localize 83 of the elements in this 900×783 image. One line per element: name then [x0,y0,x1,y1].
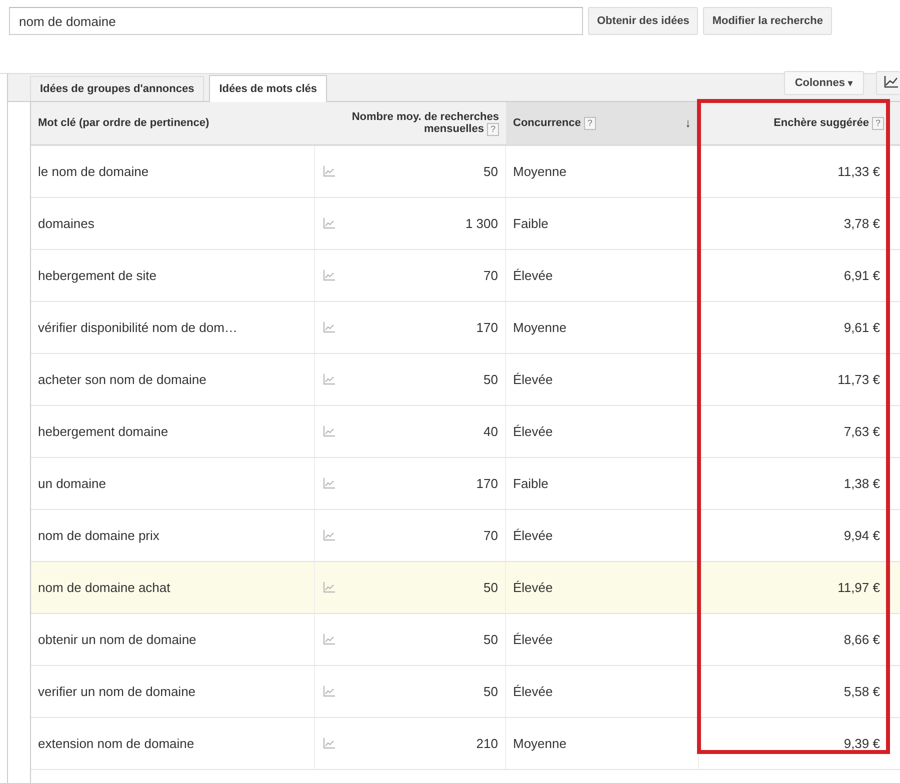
competition-cell-text: Élevée [512,527,554,545]
keyword-cell: vérifier disponibilité nom de dom… [31,302,315,353]
trend-icon[interactable] [323,166,335,177]
competition-cell-text: Moyenne [512,319,568,337]
table-row[interactable]: le nom de domaine 50 Moyenne 11,33 € [31,146,900,198]
table-row[interactable]: domaines 1 300 Faible 3,78 € [31,198,900,250]
searches-cell: 1 300 [465,216,498,231]
keyword-cell: verifier un nom de domaine [31,666,315,717]
searches-cell: 50 [484,632,498,647]
trend-icon[interactable] [323,478,335,489]
searches-cell: 170 [476,320,498,335]
bid-cell: 8,66 € [698,614,898,665]
keyword-cell: extension nom de domaine [31,718,315,769]
competition-cell-text: Moyenne [512,735,568,753]
trend-icon[interactable] [323,322,335,333]
action-button[interactable]: Obtenir des idées [588,7,698,35]
columns-button[interactable]: Colonnes ▾ [784,71,864,95]
table-row[interactable]: un domaine 170 Faible 1,38 € [31,458,900,510]
bid-cell: 6,91 € [698,250,898,301]
table-row[interactable]: acheter son nom de domaine 50 Élevée 11,73 € [31,354,900,406]
bid-cell: 9,61 € [698,302,898,353]
table-row[interactable]: vérifier disponibilité nom de dom… 170 Moyenne 9,61 € [31,302,900,354]
table-row[interactable]: extension nom de domaine 210 Moyenne 9,39 € [31,718,900,770]
bid-cell: 3,78 € [698,198,898,249]
bid-cell: 5,58 € [698,666,898,717]
searches-cell: 70 [484,268,498,283]
trend-icon[interactable] [323,374,335,385]
competition-cell-text: Élevée [512,267,554,285]
competition-cell-text: Moyenne [512,163,568,181]
tab[interactable]: Idées de mots clés [209,75,328,102]
keyword-cell: obtenir un nom de domaine [31,614,315,665]
chart-toggle-button[interactable] [876,71,900,95]
trend-icon[interactable] [323,270,335,281]
table-row[interactable]: verifier un nom de domaine 50 Élevée 5,58 € [31,666,900,718]
trend-icon[interactable] [323,218,335,229]
searches-cell: 210 [476,736,498,751]
table-row[interactable]: nom de domaine achat 50 Élevée 11,97 € [31,562,900,614]
searches-cell: 50 [484,580,498,595]
trend-icon [884,76,898,88]
keyword-cell: le nom de domaine [31,146,315,197]
competition-cell-text: Élevée [512,683,554,701]
bid-cell: 1,38 € [698,458,898,509]
trend-icon[interactable] [323,530,335,541]
competition-cell-text: Faible [512,215,550,233]
table-row[interactable]: hebergement domaine 40 Élevée 7,63 € [31,406,900,458]
competition-cell-text: Élevée [512,371,554,389]
keyword-cell: nom de domaine achat [31,562,315,613]
competition-cell-text: Élevée [512,579,554,597]
search-field[interactable]: nom de domaine [9,7,583,35]
competition-cell-text: Faible [512,475,550,493]
column-header[interactable]: Enchère suggérée ? [698,102,898,144]
bid-cell: 7,63 € [698,406,898,457]
trend-icon[interactable] [323,686,335,697]
searches-cell: 40 [484,424,498,439]
competition-cell-text: Élevée [512,631,554,649]
column-header[interactable]: Concurrence ? ↓ [506,102,698,144]
bid-cell: 9,39 € [698,718,898,769]
searches-cell: 170 [476,476,498,491]
keyword-cell: acheter son nom de domaine [31,354,315,405]
bid-cell: 11,97 € [698,562,898,613]
bid-cell: 11,73 € [698,354,898,405]
table-row[interactable]: hebergement de site 70 Élevée 6,91 € [31,250,900,302]
searches-cell: 50 [484,164,498,179]
action-button[interactable]: Modifier la recherche [703,7,832,35]
searches-cell: 50 [484,372,498,387]
column-header[interactable]: Nombre moy. de recherches mensuelles ? [315,102,506,144]
keyword-cell: nom de domaine prix [31,510,315,561]
column-header[interactable]: Mot clé (par ordre de pertinence) [31,102,315,144]
keyword-cell: hebergement domaine [31,406,315,457]
bid-cell: 9,94 € [698,510,898,561]
trend-icon[interactable] [323,634,335,645]
trend-icon[interactable] [323,738,335,749]
tab[interactable]: Idées de groupes d'annonces [30,76,204,101]
bid-cell: 11,33 € [698,146,898,197]
searches-cell: 70 [484,528,498,543]
trend-icon[interactable] [323,426,335,437]
searches-cell: 50 [484,684,498,699]
keyword-cell: hebergement de site [31,250,315,301]
keyword-cell: un domaine [31,458,315,509]
trend-icon[interactable] [323,582,335,593]
table-row[interactable]: obtenir un nom de domaine 50 Élevée 8,66 € [31,614,900,666]
keyword-cell: domaines [31,198,315,249]
competition-cell-text: Élevée [512,423,554,441]
